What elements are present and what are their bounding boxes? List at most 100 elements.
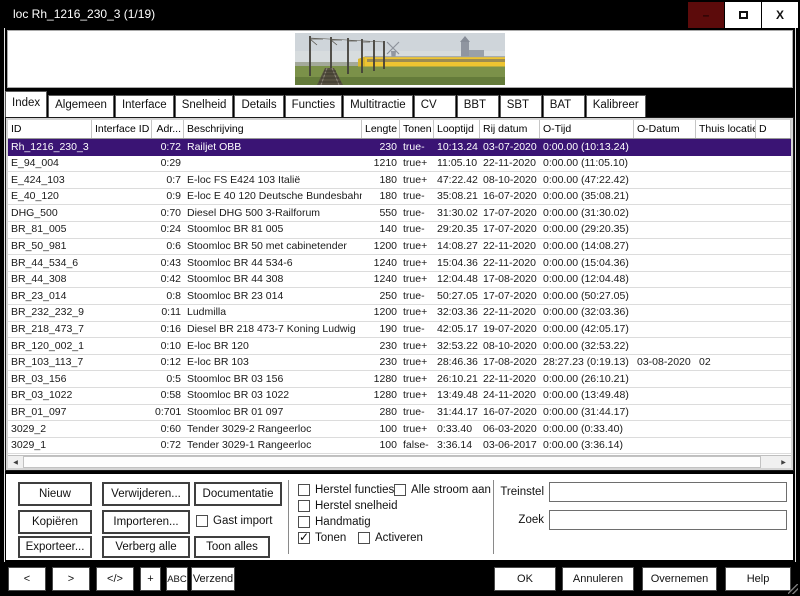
- cell-lengte: 1200: [362, 239, 400, 255]
- ok-button[interactable]: OK: [494, 567, 556, 591]
- table-row[interactable]: BR_232_232_90:11Ludmilla1200true+32:03.3…: [8, 305, 791, 322]
- table-row[interactable]: BR_23_0140:8Stoomloc BR 23 014250true-50…: [8, 288, 791, 305]
- tab-cv[interactable]: CV: [414, 95, 456, 118]
- checkbox-tonen[interactable]: Tonen: [298, 532, 346, 544]
- checkbox-activeren[interactable]: Activeren: [358, 532, 423, 544]
- cell-tonen: true+: [400, 156, 434, 172]
- horizontal-scrollbar[interactable]: ◀ ▶: [8, 455, 791, 468]
- column-header-o-datum[interactable]: O-Datum: [634, 120, 696, 138]
- titlebar[interactable]: loc Rh_1216_230_3 (1/19) – X: [0, 0, 800, 28]
- tab-functies[interactable]: Functies: [285, 95, 342, 118]
- verwijderen-button[interactable]: Verwijderen...: [102, 482, 190, 506]
- table-row[interactable]: Rh_1216_230_30:72Railjet OBB230true-10:1…: [8, 139, 791, 156]
- tab-sbt[interactable]: SBT: [500, 95, 542, 118]
- table-row[interactable]: BR_44_534_60:43Stoomloc BR 44 534-61240t…: [8, 255, 791, 272]
- checkbox-herstel-functies[interactable]: Herstel functies: [298, 484, 394, 496]
- checkbox-box-handmatig[interactable]: [298, 516, 310, 528]
- table-row[interactable]: BR_50_9810:6Stoomloc BR 50 met cabineten…: [8, 239, 791, 256]
- annuleren-button[interactable]: Annuleren: [562, 567, 634, 591]
- table-row[interactable]: E_40_1200:9E-loc E 40 120 Deutsche Bunde…: [8, 189, 791, 206]
- nav-button-verzend[interactable]: Verzend: [191, 567, 235, 591]
- scrollbar-thumb[interactable]: [23, 456, 761, 468]
- column-header-d[interactable]: D: [756, 120, 791, 138]
- column-header-tonen[interactable]: Tonen: [400, 120, 434, 138]
- column-header-looptijd[interactable]: Looptijd: [434, 120, 480, 138]
- table-row[interactable]: BR_44_3080:42Stoomloc BR 44 3081240true+…: [8, 272, 791, 289]
- treinstel-input[interactable]: [549, 482, 787, 502]
- column-header-id[interactable]: ID: [8, 120, 92, 138]
- close-button[interactable]: X: [761, 2, 798, 28]
- gast-import-checkbox-box[interactable]: [196, 515, 208, 527]
- gast-import-checkbox[interactable]: Gast import: [196, 515, 272, 527]
- cell-interface-id: [92, 355, 152, 371]
- overnemen-button[interactable]: Overnemen: [642, 567, 717, 591]
- toon-alles-button[interactable]: Toon alles: [194, 536, 270, 558]
- scroll-left-arrow[interactable]: ◀: [8, 456, 23, 468]
- nav-button-abc[interactable]: ABC: [166, 567, 188, 591]
- column-header-thuis-locatie[interactable]: Thuis locatie: [696, 120, 756, 138]
- table-row[interactable]: BR_81_0050:24Stoomloc BR 81 005140true-2…: [8, 222, 791, 239]
- table-row[interactable]: 3029_20:60Tender 3029-2 Rangeerloc100tru…: [8, 421, 791, 438]
- checkbox-box-alle-stroom-aan[interactable]: [394, 484, 406, 496]
- table-row[interactable]: BR_03_10220:58Stoomloc BR 03 10221280tru…: [8, 388, 791, 405]
- tab-snelheid[interactable]: Snelheid: [175, 95, 234, 118]
- nav-button-[interactable]: +: [140, 567, 161, 591]
- nav-button-[interactable]: <: [8, 567, 46, 591]
- minimize-button[interactable]: –: [687, 2, 724, 28]
- checkbox-handmatig[interactable]: Handmatig: [298, 516, 371, 528]
- column-header-interface-id[interactable]: Interface ID: [92, 120, 152, 138]
- documentatie-button[interactable]: Documentatie: [194, 482, 282, 506]
- tab-bat[interactable]: BAT: [543, 95, 585, 118]
- resize-grip[interactable]: [788, 584, 798, 594]
- help-button[interactable]: Help: [725, 567, 791, 591]
- checkbox-box-herstel-functies[interactable]: [298, 484, 310, 496]
- cell-rij-datum: 16-07-2020: [480, 189, 540, 205]
- exporteer-button[interactable]: Exporteer...: [18, 536, 92, 558]
- cell-o-tijd: 0:00.00 (10:13.24): [540, 139, 634, 155]
- checkbox-herstel-snelheid[interactable]: Herstel snelheid: [298, 500, 397, 512]
- table-row[interactable]: DHG_5000:70Diesel DHG 500 3-Railforum550…: [8, 205, 791, 222]
- nieuw-button[interactable]: Nieuw: [18, 482, 92, 506]
- scrollbar-track[interactable]: [23, 456, 776, 468]
- tab-kalibreer[interactable]: Kalibreer: [586, 95, 646, 118]
- column-header-lengte[interactable]: Lengte: [362, 120, 400, 138]
- table-row[interactable]: BR_120_002_10:10E-loc BR 120230true+32:5…: [8, 338, 791, 355]
- cell-o-datum: [634, 239, 696, 255]
- table-row[interactable]: BR_103_113_70:12E-loc BR 103230true+28:4…: [8, 355, 791, 372]
- table-row[interactable]: BR_218_473_70:16Diesel BR 218 473-7 Koni…: [8, 322, 791, 339]
- cell-interface-id: [92, 156, 152, 172]
- column-header-beschrijving[interactable]: Beschrijving: [184, 120, 362, 138]
- cell-o-tijd: 0:00.00 (29:20.35): [540, 222, 634, 238]
- tab-multitractie[interactable]: Multitractie: [343, 95, 413, 118]
- table-body: Rh_1216_230_30:72Railjet OBB230true-10:1…: [8, 139, 791, 454]
- tab-interface[interactable]: Interface: [115, 95, 174, 118]
- column-header-o-tijd[interactable]: O-Tijd: [540, 120, 634, 138]
- tab-details[interactable]: Details: [234, 95, 283, 118]
- cell-looptijd: 28:46.36: [434, 355, 480, 371]
- tab-algemeen[interactable]: Algemeen: [48, 95, 114, 118]
- importeren-button[interactable]: Importeren...: [102, 510, 190, 534]
- column-header-adr[interactable]: Adr...: [152, 120, 184, 138]
- checkbox-box-activeren[interactable]: [358, 532, 370, 544]
- table-row[interactable]: 3029_10:72Tender 3029-1 Rangeerloc100fal…: [8, 438, 791, 455]
- cell-interface-id: [92, 322, 152, 338]
- tab-bbt[interactable]: BBT: [457, 95, 499, 118]
- checkbox-box-tonen[interactable]: [298, 532, 310, 544]
- checkbox-alle-stroom-aan[interactable]: Alle stroom aan: [394, 484, 491, 496]
- tab-index[interactable]: Index: [5, 91, 47, 118]
- scroll-right-arrow[interactable]: ▶: [776, 456, 791, 468]
- column-header-rij-datum[interactable]: Rij datum: [480, 120, 540, 138]
- verberg-alle-button[interactable]: Verberg alle: [102, 536, 190, 558]
- nav-button-[interactable]: >: [52, 567, 90, 591]
- table-row[interactable]: E_424_1030:7E-loc FS E424 103 Italië180t…: [8, 172, 791, 189]
- table-row[interactable]: E_94_0040:291210true+11:05.1022-11-20200…: [8, 156, 791, 173]
- checkbox-box-herstel-snelheid[interactable]: [298, 500, 310, 512]
- table-row[interactable]: BR_01_0970:701Stoomloc BR 01 097280true-…: [8, 405, 791, 422]
- nav-button-[interactable]: </>: [96, 567, 134, 591]
- cell-id: BR_44_534_6: [8, 255, 92, 271]
- zoek-input[interactable]: [549, 510, 787, 530]
- maximize-button[interactable]: [724, 2, 761, 28]
- table-row[interactable]: BR_03_1560:5Stoomloc BR 03 1561280true+2…: [8, 371, 791, 388]
- kopieren-button[interactable]: Kopiëren: [18, 510, 92, 534]
- cell-rij-datum: 08-10-2020: [480, 172, 540, 188]
